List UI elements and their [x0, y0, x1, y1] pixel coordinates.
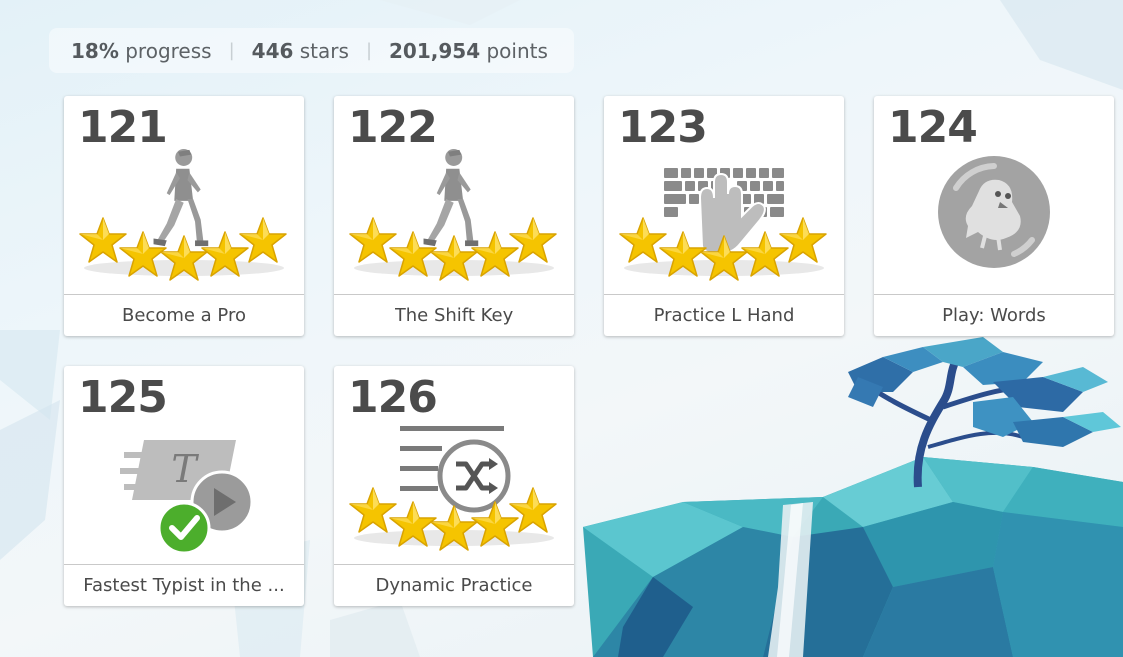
lesson-art — [619, 168, 827, 281]
stats-divider: | — [228, 40, 235, 61]
progress-value: 18% — [71, 38, 119, 63]
star-icon — [619, 217, 667, 263]
star-icon — [509, 217, 557, 263]
star-icon — [349, 487, 397, 533]
progress-summary-bar: 18% progress | 446 stars | 201,954 point… — [49, 28, 574, 73]
lesson-title: Become a Pro — [64, 294, 304, 336]
lesson-title: The Shift Key — [334, 294, 574, 336]
star-icon — [509, 487, 557, 533]
star-icon — [779, 217, 827, 263]
lesson-title: Play: Words — [874, 294, 1114, 336]
lesson-title-text: Dynamic Practice — [375, 575, 533, 596]
progress-label: progress — [125, 38, 212, 63]
lesson-title: Fastest Typist in the ... — [64, 564, 304, 606]
typing-test-video-icon: T — [120, 440, 254, 555]
cliff-tree-illustration — [583, 337, 1123, 657]
game-bird-icon — [938, 156, 1050, 268]
star-icon — [239, 217, 287, 263]
check-icon — [157, 501, 211, 555]
shuffle-text-icon — [400, 426, 511, 513]
lesson-art — [938, 156, 1050, 268]
lesson-art — [349, 426, 557, 551]
lesson-card-126[interactable]: 126 Dynamic Practice — [334, 366, 574, 606]
lesson-title: Dynamic Practice — [334, 564, 574, 606]
lesson-card-123[interactable]: 123 Practice L Hand — [604, 96, 844, 336]
stats-divider: | — [365, 40, 373, 61]
lesson-title-text: Become a Pro — [122, 305, 246, 326]
lesson-title: Practice L Hand — [604, 294, 844, 336]
points-label: points — [486, 38, 548, 63]
lesson-title-text: The Shift Key — [394, 305, 514, 326]
walking-person-icon — [153, 148, 209, 247]
star-icon — [79, 217, 127, 263]
lesson-card-125[interactable]: 125 T Fastest Typist in the ... — [64, 366, 304, 606]
lesson-card-124[interactable]: 124 Play: Words — [874, 96, 1114, 336]
lesson-title-text: Play: Words — [942, 305, 1046, 326]
svg-text:T: T — [171, 447, 199, 491]
stars-value: 446 — [251, 38, 294, 63]
lesson-title-text: Practice L Hand — [653, 305, 795, 326]
walking-person-icon — [423, 148, 479, 247]
star-icon — [349, 217, 397, 263]
lesson-art — [79, 148, 287, 281]
stars-label: stars — [299, 38, 349, 63]
lesson-art — [349, 148, 557, 281]
points-value: 201,954 — [389, 38, 481, 63]
lesson-art: T — [120, 440, 254, 555]
lesson-title-text: Fastest Typist in the ... — [83, 575, 285, 596]
lesson-card-121[interactable]: 121 Become a Pro — [64, 96, 304, 336]
lesson-card-122[interactable]: 122 The Shift Key — [334, 96, 574, 336]
